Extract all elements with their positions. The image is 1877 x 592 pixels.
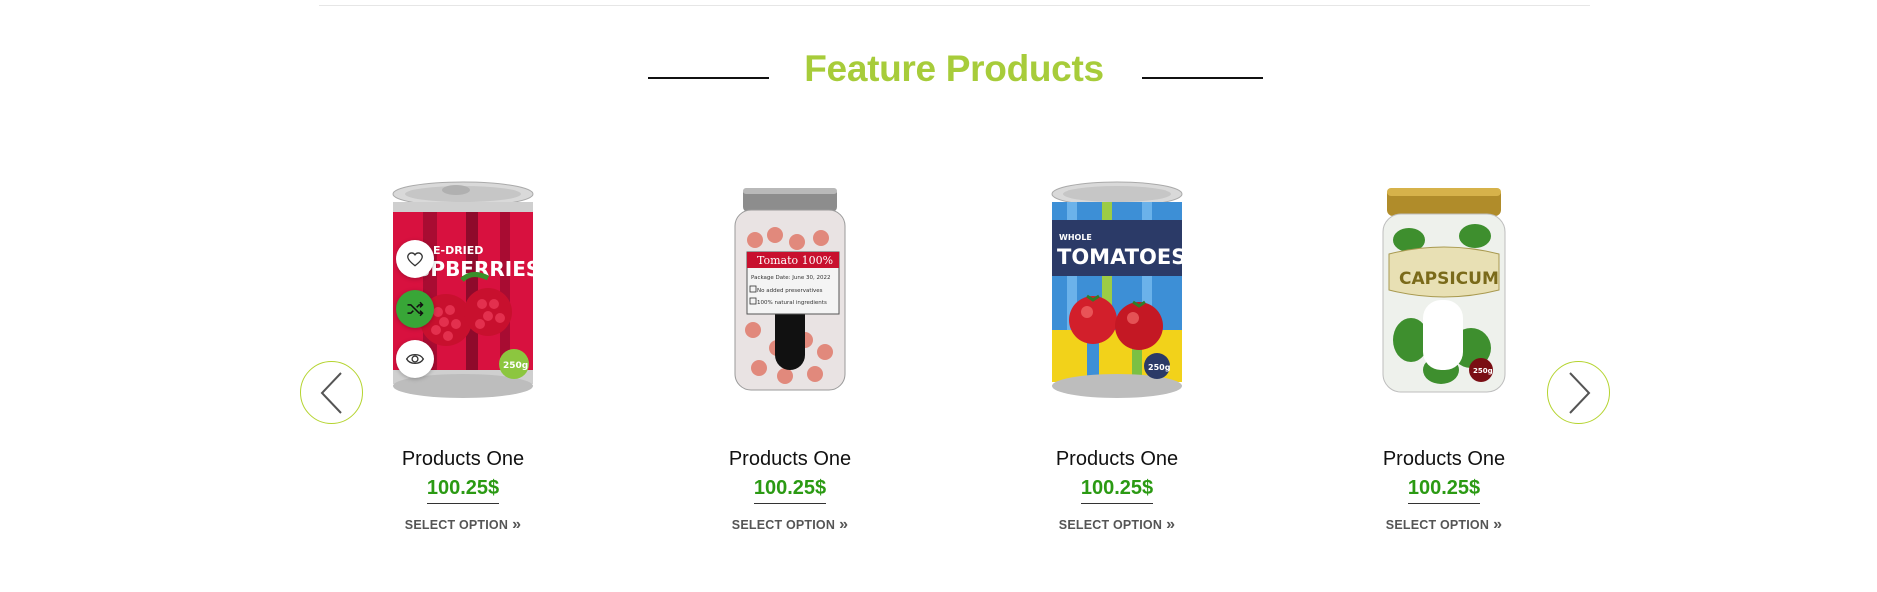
product-carousel: E-DRIED SPBERRIES 250g Products One 100.… [0, 0, 1877, 592]
select-option-link[interactable]: SELECT OPTION» [333, 516, 593, 534]
label-text: CAPSICUM [1399, 269, 1499, 289]
label-text: Package Date: June 30, 2022 [751, 275, 831, 281]
label-text: WHOLE [1059, 233, 1092, 242]
wishlist-button[interactable] [396, 240, 434, 278]
tomatoes-can-image: WHOLE TOMATOES 250g [1051, 181, 1186, 398]
eye-icon [405, 353, 425, 365]
select-option-label: SELECT OPTION [731, 518, 836, 532]
select-option-label: SELECT OPTION [1058, 518, 1163, 532]
select-option-link[interactable]: SELECT OPTION» [660, 516, 920, 534]
weight-badge: 250g [503, 361, 528, 371]
label-text: Tomato 100% [757, 254, 833, 267]
product-card[interactable]: Tomato 100% Package Date: June 30, 2022 … [660, 180, 920, 534]
quick-view-button[interactable] [396, 340, 434, 378]
product-card[interactable]: E-DRIED SPBERRIES 250g Products One 100.… [333, 180, 593, 534]
tomato-jar-image: Tomato 100% Package Date: June 30, 2022 … [734, 188, 846, 391]
product-name[interactable]: Products One [987, 448, 1247, 471]
product-name[interactable]: Products One [660, 448, 920, 471]
double-chevron-right-icon: » [512, 516, 522, 533]
product-price: 100.25$ [1080, 477, 1154, 504]
select-option-label: SELECT OPTION [404, 518, 509, 532]
product-card[interactable]: WHOLE TOMATOES 250g Products One 100.25$… [987, 180, 1247, 534]
shuffle-icon [407, 301, 424, 317]
product-image[interactable]: E-DRIED SPBERRIES 250g [333, 180, 593, 420]
product-name[interactable]: Products One [1314, 448, 1574, 471]
product-name[interactable]: Products One [333, 448, 593, 471]
product-image[interactable]: CAPSICUM 250g [1314, 180, 1574, 420]
weight-badge: 250g [1148, 363, 1171, 372]
double-chevron-right-icon: » [839, 516, 849, 533]
product-image[interactable]: WHOLE TOMATOES 250g [987, 180, 1247, 420]
select-option-label: SELECT OPTION [1385, 518, 1490, 532]
product-card[interactable]: CAPSICUM 250g Products One 100.25$ SELEC… [1314, 180, 1574, 534]
select-option-link[interactable]: SELECT OPTION» [987, 516, 1247, 534]
compare-button[interactable] [396, 290, 434, 328]
product-price: 100.25$ [426, 477, 500, 504]
label-text: No added preservatives [757, 288, 823, 294]
capsicum-jar-image: CAPSICUM 250g [1382, 188, 1506, 393]
product-price: 100.25$ [753, 477, 827, 504]
weight-badge: 250g [1473, 367, 1493, 375]
product-image[interactable]: Tomato 100% Package Date: June 30, 2022 … [660, 180, 920, 420]
select-option-link[interactable]: SELECT OPTION» [1314, 516, 1574, 534]
product-actions [396, 240, 434, 378]
label-text: TOMATOES [1057, 245, 1186, 269]
label-text: E-DRIED [433, 244, 483, 257]
product-price: 100.25$ [1407, 477, 1481, 504]
double-chevron-right-icon: » [1493, 516, 1503, 533]
label-text: SPBERRIES [416, 257, 538, 281]
double-chevron-right-icon: » [1166, 516, 1176, 533]
label-text: 100% natural ingredients [757, 300, 827, 306]
heart-icon [407, 252, 423, 267]
